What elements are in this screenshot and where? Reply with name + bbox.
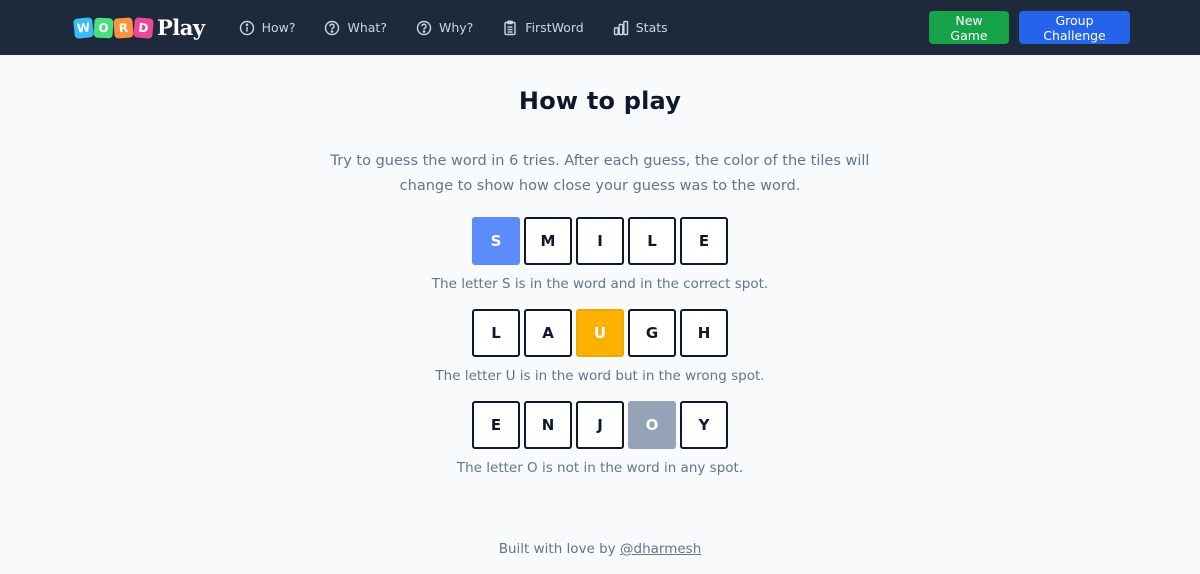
letter-tile: S bbox=[472, 217, 520, 265]
nav-links: How? What? Why? FirstWord Stats bbox=[239, 20, 697, 36]
nav-link-label: Stats bbox=[635, 20, 668, 35]
author-link[interactable]: @dharmesh bbox=[620, 541, 701, 557]
nav-link-stats[interactable]: Stats bbox=[613, 20, 668, 36]
nav-link-how[interactable]: How? bbox=[239, 20, 296, 36]
letter-tile: A bbox=[524, 309, 572, 357]
letter-tile: G bbox=[628, 309, 676, 357]
letter-tile: Y bbox=[680, 401, 728, 449]
footer: Built with love by @dharmesh bbox=[0, 541, 1200, 557]
tile-row: S M I L E bbox=[0, 217, 1200, 265]
letter-tile: E bbox=[680, 217, 728, 265]
letter-tile: L bbox=[628, 217, 676, 265]
question-circle-icon bbox=[416, 20, 432, 35]
group-challenge-button[interactable]: Group Challenge bbox=[1019, 11, 1130, 44]
example-caption: The letter O is not in the word in any s… bbox=[456, 460, 744, 476]
nav-link-what[interactable]: What? bbox=[324, 20, 387, 36]
letter-tile: M bbox=[524, 217, 572, 265]
nav-link-label: What? bbox=[347, 20, 387, 35]
logo[interactable]: W O R D Play bbox=[73, 15, 205, 40]
example-caption: The letter S is in the word and in the c… bbox=[431, 276, 769, 292]
letter-tile: U bbox=[576, 309, 624, 357]
new-game-button[interactable]: New Game bbox=[929, 11, 1009, 44]
letter-tile: E bbox=[472, 401, 520, 449]
nav-actions: New Game Group Challenge bbox=[929, 11, 1130, 44]
letter-tile: I bbox=[576, 217, 624, 265]
logo-tile-o: O bbox=[93, 17, 114, 38]
navbar: W O R D Play How? What? Why? FirstWord S… bbox=[0, 0, 1200, 55]
nav-link-why[interactable]: Why? bbox=[416, 20, 473, 36]
example-present: L A U G H The letter U is in the word bu… bbox=[0, 309, 1200, 385]
nav-link-label: How? bbox=[261, 20, 296, 35]
logo-tile-d: D bbox=[133, 16, 154, 39]
footer-text: Built with love by bbox=[498, 541, 621, 557]
nav-link-firstword[interactable]: FirstWord bbox=[502, 20, 584, 36]
nav-link-label: Why? bbox=[438, 20, 474, 35]
tile-row: L A U G H bbox=[0, 309, 1200, 357]
logo-tile-r: R bbox=[113, 16, 134, 39]
info-circle-icon bbox=[239, 20, 254, 35]
example-absent: E N J O Y The letter O is not in the wor… bbox=[0, 401, 1200, 477]
logo-tile-w: W bbox=[73, 16, 94, 39]
letter-tile: J bbox=[576, 401, 624, 449]
letter-tile: H bbox=[680, 309, 728, 357]
nav-link-label: FirstWord bbox=[525, 20, 584, 35]
bar-chart-icon bbox=[613, 20, 628, 35]
logo-text: Play bbox=[157, 15, 205, 40]
intro-text: Try to guess the word in 6 tries. After … bbox=[330, 153, 870, 194]
question-circle-icon bbox=[325, 20, 340, 35]
letter-tile: L bbox=[472, 309, 520, 357]
example-caption: The letter U is in the word but in the w… bbox=[435, 368, 765, 384]
letter-tile: O bbox=[628, 401, 676, 449]
how-to-play-section: How to play Try to guess the word in 6 t… bbox=[0, 85, 1200, 477]
example-correct: S M I L E The letter S is in the word an… bbox=[0, 217, 1200, 293]
clipboard-icon bbox=[504, 20, 516, 35]
page-title: How to play bbox=[518, 87, 682, 115]
letter-tile: N bbox=[524, 401, 572, 449]
tile-row: E N J O Y bbox=[0, 401, 1200, 449]
